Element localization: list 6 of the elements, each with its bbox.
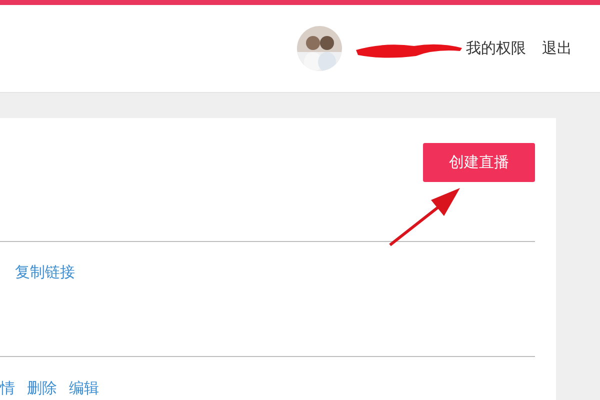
create-live-button[interactable]: 创建直播 — [423, 143, 535, 182]
action-link[interactable]: 删除 — [27, 376, 57, 400]
header-link[interactable]: 我的权限 — [466, 37, 526, 60]
header-link[interactable]: 退出 — [542, 37, 572, 60]
action-link[interactable]: 编辑 — [69, 376, 99, 400]
action-link[interactable]: 复制链接 — [15, 260, 75, 284]
